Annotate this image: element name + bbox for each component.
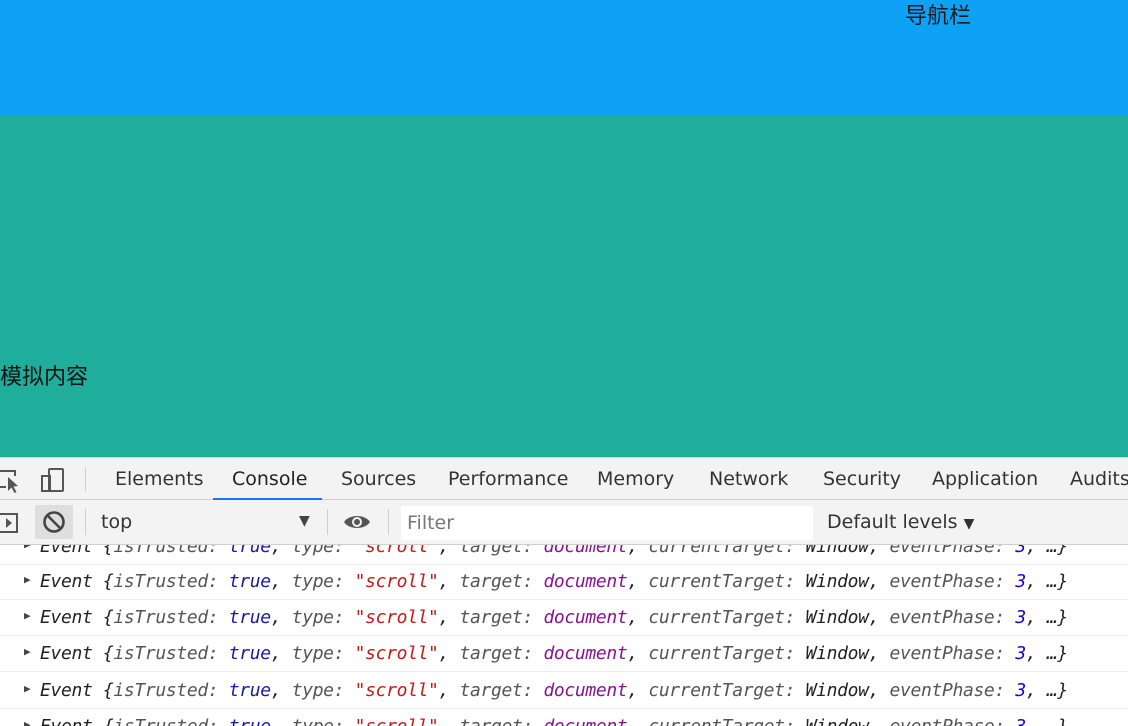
live-expression-eye-icon[interactable]: [342, 508, 370, 536]
expand-triangle-icon[interactable]: ▶: [24, 545, 31, 551]
expand-triangle-icon[interactable]: ▶: [24, 645, 31, 658]
tab-network[interactable]: Network: [709, 468, 788, 490]
log-entry[interactable]: ▶ Event {isTrusted: true, type: "scroll",…: [0, 673, 1128, 709]
tab-console[interactable]: Console: [232, 468, 307, 490]
tab-application[interactable]: Application: [932, 468, 1038, 490]
inspect-element-icon[interactable]: [0, 466, 24, 494]
tab-security[interactable]: Security: [823, 468, 901, 490]
navbar-label: 导航栏: [905, 4, 972, 29]
log-entry-text: Event {isTrusted: true, type: "scroll", …: [40, 571, 1068, 592]
tab-audits[interactable]: Audits: [1070, 468, 1128, 490]
context-select[interactable]: top: [101, 511, 132, 533]
log-entry-text: Event {isTrusted: true, type: "scroll", …: [40, 716, 1068, 726]
tab-sources[interactable]: Sources: [341, 468, 416, 490]
console-output[interactable]: ▶ Event {isTrusted: true, type: "scroll",…: [0, 545, 1128, 726]
content-area: 模拟内容: [0, 115, 1128, 457]
log-entry-text: Event {isTrusted: true, type: "scroll", …: [40, 680, 1068, 701]
tab-memory[interactable]: Memory: [597, 468, 674, 490]
show-sidebar-icon[interactable]: [0, 509, 26, 537]
tab-performance[interactable]: Performance: [448, 468, 568, 490]
toolbar-divider: [327, 509, 328, 535]
content-label: 模拟内容: [0, 365, 89, 390]
log-entry[interactable]: ▶ Event {isTrusted: true, type: "scroll",…: [0, 545, 1128, 565]
expand-triangle-icon[interactable]: ▶: [24, 573, 31, 586]
tab-elements[interactable]: Elements: [115, 468, 204, 490]
devtools-panel: Elements Console Sources Performance Mem…: [0, 457, 1128, 726]
device-toolbar-icon[interactable]: [39, 466, 67, 494]
console-toolbar: top ▼ Default levels ▼: [0, 500, 1128, 545]
expand-triangle-icon[interactable]: ▶: [24, 682, 31, 695]
devtools-tabbar: Elements Console Sources Performance Mem…: [0, 457, 1128, 501]
navbar: 导航栏: [0, 0, 1128, 115]
log-levels-label: Default levels: [827, 511, 958, 533]
dropdown-arrow-icon[interactable]: ▼: [299, 513, 310, 529]
toolbar-divider: [85, 509, 86, 535]
expand-triangle-icon[interactable]: ▶: [24, 718, 31, 726]
tabbar-divider: [85, 467, 86, 491]
clear-console-icon: [43, 511, 65, 533]
log-entry[interactable]: ▶ Event {isTrusted: true, type: "scroll",…: [0, 600, 1128, 636]
log-entry-text: Event {isTrusted: true, type: "scroll", …: [40, 643, 1068, 664]
log-entry[interactable]: ▶ Event {isTrusted: true, type: "scroll",…: [0, 636, 1128, 672]
clear-console-button[interactable]: [35, 505, 73, 539]
log-entry-text: Event {isTrusted: true, type: "scroll", …: [40, 607, 1068, 628]
expand-triangle-icon[interactable]: ▶: [24, 609, 31, 622]
toolbar-divider: [388, 509, 389, 535]
log-entry-text: Event {isTrusted: true, type: "scroll", …: [40, 545, 1068, 557]
dropdown-arrow-icon: ▼: [963, 516, 975, 532]
log-entry[interactable]: ▶ Event {isTrusted: true, type: "scroll",…: [0, 564, 1128, 600]
filter-input[interactable]: [401, 506, 813, 540]
log-levels-dropdown[interactable]: Default levels ▼: [827, 511, 974, 533]
log-entry[interactable]: ▶ Event {isTrusted: true, type: "scroll",…: [0, 709, 1128, 726]
